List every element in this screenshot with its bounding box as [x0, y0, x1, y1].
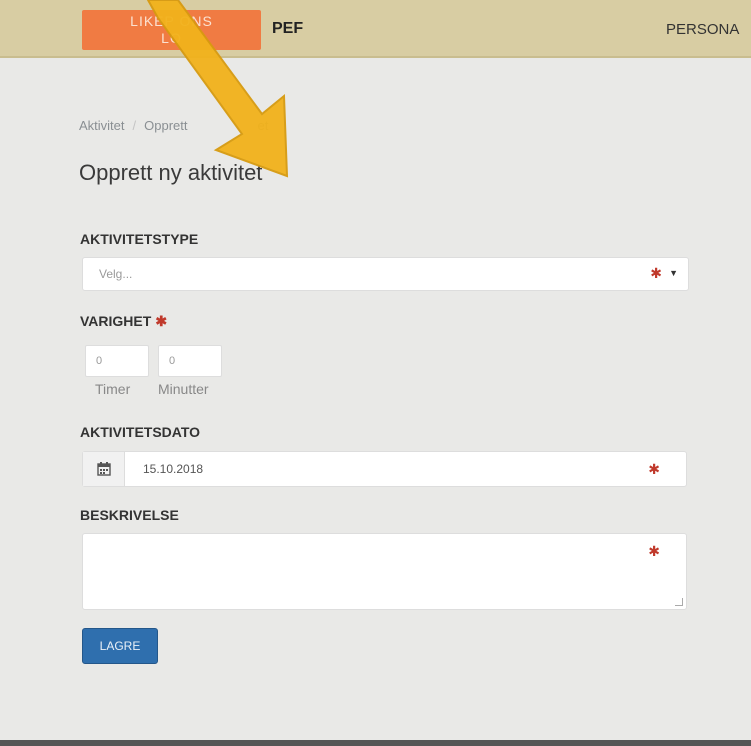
- activity-date-label: AKTIVITETSDATO: [80, 424, 201, 440]
- breadcrumb-item-aktivitet-partial: et: [257, 118, 269, 133]
- minutes-sublabel: Minutter: [158, 381, 209, 397]
- description-textarea[interactable]: ✱: [82, 533, 687, 610]
- brand-name[interactable]: PEF: [272, 20, 303, 38]
- activity-date-field[interactable]: 15.10.2018 ✱: [82, 451, 687, 487]
- required-icon: ✱: [650, 265, 662, 281]
- hours-input[interactable]: 0: [85, 345, 149, 377]
- activity-type-label: AKTIVITETSTYPE: [80, 231, 199, 247]
- duration-label: VARIGHET ✱: [80, 313, 167, 330]
- description-label: BESKRIVELSE: [80, 507, 179, 523]
- calendar-icon[interactable]: [83, 452, 125, 486]
- caret-down-icon: ▼: [669, 268, 678, 278]
- required-icon: ✱: [155, 313, 168, 329]
- minutes-input[interactable]: 0: [158, 345, 222, 377]
- save-button[interactable]: LAGRE: [82, 628, 158, 664]
- breadcrumb-separator: /: [132, 118, 137, 133]
- breadcrumb-item-aktivitet[interactable]: Aktivitet: [79, 118, 125, 133]
- page-title: Opprett ny aktivitet: [79, 160, 263, 185]
- breadcrumb: Aktivitet / Opprett et: [79, 118, 268, 133]
- logo-line-1: LIKEP ONS: [130, 13, 213, 29]
- activity-date-value: 15.10.2018: [143, 462, 204, 476]
- logo-line-2: LO: [161, 30, 182, 46]
- bottom-border: [0, 740, 751, 746]
- nav-personal-menu[interactable]: PERSONA: [666, 21, 739, 38]
- hours-sublabel: Timer: [95, 381, 131, 397]
- activity-type-placeholder: Velg...: [99, 267, 133, 281]
- required-icon: ✱: [648, 543, 660, 559]
- breadcrumb-item-opprett: Opprett: [144, 118, 188, 133]
- required-icon: ✱: [648, 461, 660, 477]
- resize-handle-icon[interactable]: [675, 598, 683, 606]
- main-content: Aktivitet / Opprett et Opprett ny aktivi…: [0, 60, 751, 746]
- logo[interactable]: LIKEP ONS LO: [82, 10, 261, 50]
- duration-label-text: VARIGHET: [80, 313, 152, 329]
- activity-type-select[interactable]: Velg... ✱ ▼: [82, 257, 689, 291]
- top-navbar: LIKEP ONS LO PEF PERSONA: [0, 0, 751, 58]
